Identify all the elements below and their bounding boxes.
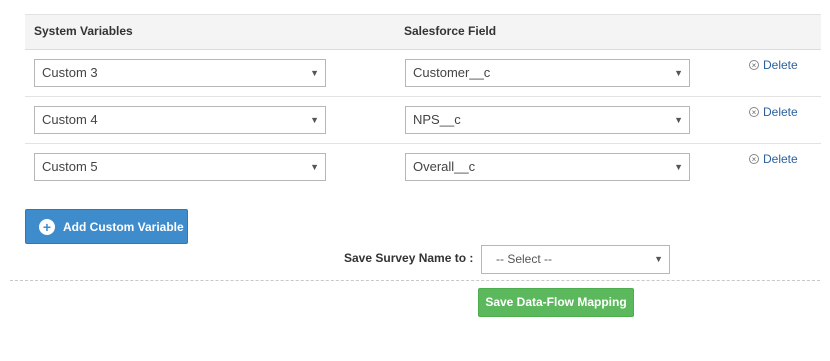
salesforce-field-header: Salesforce Field xyxy=(404,24,497,38)
chevron-down-icon: ▼ xyxy=(310,68,319,78)
select-value: -- Select -- xyxy=(496,252,553,266)
select-value: Custom 4 xyxy=(42,112,98,127)
save-mapping-button[interactable]: Save Data-Flow Mapping xyxy=(478,288,634,317)
select-value: Custom 3 xyxy=(42,65,98,80)
add-custom-variable-button[interactable]: + Add Custom Variable xyxy=(25,209,188,244)
system-variables-header: System Variables xyxy=(34,24,133,38)
delete-link[interactable]: × Delete xyxy=(749,58,798,72)
mapping-table: System Variables Salesforce Field Custom… xyxy=(25,14,821,190)
select-value: NPS__c xyxy=(413,112,461,127)
chevron-down-icon: ▼ xyxy=(654,254,663,264)
select-value: Customer__c xyxy=(413,65,491,80)
chevron-down-icon: ▼ xyxy=(310,115,319,125)
select-value: Custom 5 xyxy=(42,159,98,174)
chevron-down-icon: ▼ xyxy=(674,115,683,125)
x-circle-icon: × xyxy=(749,107,759,117)
save-survey-name-label: Save Survey Name to : xyxy=(344,251,474,265)
delete-link[interactable]: × Delete xyxy=(749,152,798,166)
delete-label: Delete xyxy=(763,58,798,72)
delete-label: Delete xyxy=(763,105,798,119)
delete-link[interactable]: × Delete xyxy=(749,105,798,119)
chevron-down-icon: ▼ xyxy=(674,162,683,172)
table-row: Custom 4 ▼ NPS__c ▼ × Delete xyxy=(25,97,821,144)
system-variable-select[interactable]: Custom 3 ▼ xyxy=(34,59,326,87)
x-circle-icon: × xyxy=(749,154,759,164)
table-row: Custom 3 ▼ Customer__c ▼ × Delete xyxy=(25,50,821,97)
chevron-down-icon: ▼ xyxy=(310,162,319,172)
table-header: System Variables Salesforce Field xyxy=(25,14,821,50)
select-value: Overall__c xyxy=(413,159,476,174)
section-divider xyxy=(10,280,820,281)
save-survey-name-select[interactable]: -- Select -- ▼ xyxy=(481,245,670,274)
add-custom-variable-label: Add Custom Variable xyxy=(63,219,184,234)
chevron-down-icon: ▼ xyxy=(674,68,683,78)
salesforce-field-select[interactable]: Customer__c ▼ xyxy=(405,59,690,87)
table-row: Custom 5 ▼ Overall__c ▼ × Delete xyxy=(25,144,821,190)
salesforce-field-select[interactable]: NPS__c ▼ xyxy=(405,106,690,134)
plus-circle-icon: + xyxy=(39,218,55,235)
system-variable-select[interactable]: Custom 4 ▼ xyxy=(34,106,326,134)
x-circle-icon: × xyxy=(749,60,759,70)
system-variable-select[interactable]: Custom 5 ▼ xyxy=(34,153,326,181)
salesforce-field-select[interactable]: Overall__c ▼ xyxy=(405,153,690,181)
delete-label: Delete xyxy=(763,152,798,166)
